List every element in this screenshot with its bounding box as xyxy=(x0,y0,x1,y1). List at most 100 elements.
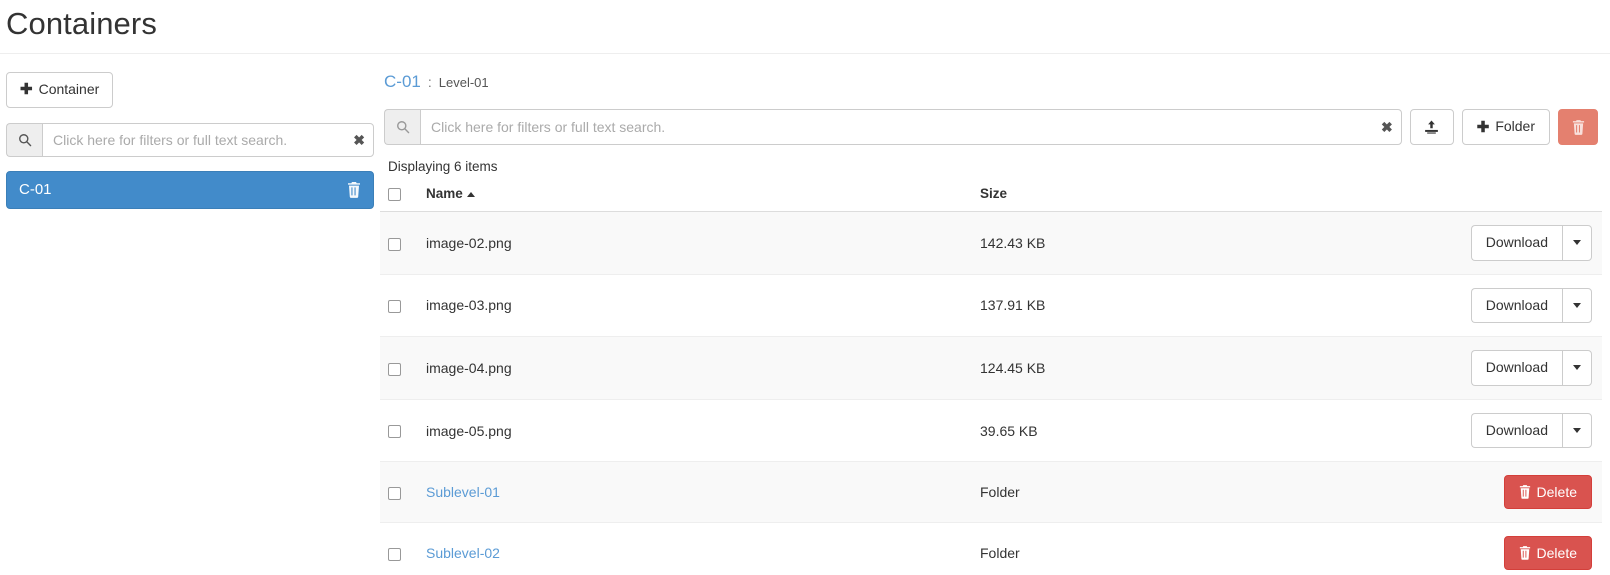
breadcrumb-separator: : xyxy=(427,74,432,90)
file-table: Name Size image-02.png 142.43 KB Downloa… xyxy=(380,182,1602,575)
main-toolbar: ✖ ✚ Folder xyxy=(380,109,1602,145)
table-row: image-03.png 137.91 KB Download xyxy=(380,274,1602,337)
chevron-down-icon xyxy=(1573,240,1581,246)
row-checkbox[interactable] xyxy=(388,487,401,501)
add-folder-button[interactable]: ✚ Folder xyxy=(1461,109,1550,145)
table-row: image-04.png 124.45 KB Download xyxy=(380,336,1602,400)
page-header: Containers xyxy=(0,0,1610,48)
row-select-cell xyxy=(380,462,418,523)
trash-icon xyxy=(1519,485,1531,500)
chevron-down-icon xyxy=(1573,365,1581,371)
chevron-down-icon xyxy=(1573,428,1581,434)
download-options-button[interactable] xyxy=(1562,287,1592,324)
table-row: Sublevel-02 Folder Delete xyxy=(380,523,1602,575)
row-checkbox[interactable] xyxy=(388,362,401,376)
row-checkbox[interactable] xyxy=(388,548,401,562)
add-container-button[interactable]: ✚ Container xyxy=(6,72,114,108)
breadcrumb-container-link[interactable]: C-01 xyxy=(384,72,421,92)
search-icon xyxy=(6,122,42,157)
file-name: image-03.png xyxy=(426,297,512,314)
row-select-cell xyxy=(380,399,418,462)
main-filter-group: ✖ xyxy=(384,109,1402,145)
table-header-row: Name Size xyxy=(380,182,1602,212)
name-column-header[interactable]: Name xyxy=(418,182,972,212)
sidebar-search-field: ✖ xyxy=(42,122,374,157)
delete-folder-button[interactable]: Delete xyxy=(1503,475,1592,510)
delete-folder-label: Delete xyxy=(1536,545,1577,562)
folder-link[interactable]: Sublevel-02 xyxy=(426,545,500,561)
row-size-cell: 137.91 KB xyxy=(980,297,1046,314)
select-all-checkbox[interactable] xyxy=(388,187,401,201)
container-list: C-01 xyxy=(6,170,374,209)
file-table-head: Name Size xyxy=(380,182,1602,212)
main-search-field: ✖ xyxy=(420,109,1402,145)
sort-asc-icon xyxy=(466,191,475,197)
row-select-cell xyxy=(380,337,418,400)
file-table-body: image-02.png 142.43 KB Download image-03… xyxy=(380,211,1602,575)
row-size-cell: 124.45 KB xyxy=(980,359,1046,376)
file-name: image-04.png xyxy=(426,359,512,376)
delete-selected-button[interactable] xyxy=(1558,109,1598,145)
sidebar-item-c-01[interactable]: C-01 xyxy=(6,170,374,209)
row-actions-cell: Download xyxy=(1422,337,1602,400)
container-item-label: C-01 xyxy=(19,181,52,199)
download-button[interactable]: Download xyxy=(1470,412,1562,449)
download-button-group: Download xyxy=(1470,350,1592,386)
clear-icon[interactable]: ✖ xyxy=(1381,120,1393,134)
row-actions-cell: Download xyxy=(1422,212,1602,275)
add-folder-label: Folder xyxy=(1495,118,1535,135)
download-button-group: Download xyxy=(1470,412,1592,449)
row-actions-cell: Download xyxy=(1422,399,1602,462)
sidebar: ✚ Container ✖ C-01 xyxy=(0,54,380,209)
page-title: Containers xyxy=(6,6,157,41)
table-row: image-02.png 142.43 KB Download xyxy=(380,211,1602,275)
main-search-input[interactable] xyxy=(421,110,1401,144)
upload-icon xyxy=(1424,119,1439,135)
sidebar-search-input[interactable] xyxy=(43,123,373,156)
delete-folder-label: Delete xyxy=(1536,484,1577,501)
row-name-cell: Sublevel-02 xyxy=(418,523,972,575)
plus-icon: ✚ xyxy=(20,81,33,99)
row-select-cell xyxy=(380,212,418,275)
row-name-cell: image-04.png xyxy=(418,337,972,400)
table-row: Sublevel-01 Folder Delete xyxy=(380,461,1602,523)
row-size-cell: Folder xyxy=(980,545,1020,562)
row-size-cell: 142.43 KB xyxy=(980,234,1046,251)
folder-link[interactable]: Sublevel-01 xyxy=(426,484,500,500)
row-checkbox[interactable] xyxy=(388,425,401,439)
row-checkbox[interactable] xyxy=(388,300,401,314)
row-name-cell: Sublevel-01 xyxy=(418,462,972,523)
download-button[interactable]: Download xyxy=(1470,225,1562,261)
item-count-top: Displaying 6 items xyxy=(388,159,498,174)
breadcrumb-current: Level-01 xyxy=(438,75,489,90)
row-select-cell xyxy=(380,274,418,337)
row-actions-cell: Download xyxy=(1422,274,1602,337)
plus-icon: ✚ xyxy=(1476,118,1490,136)
select-all-header xyxy=(380,182,418,212)
page-layout: ✚ Container ✖ C-01 xyxy=(0,54,1610,575)
size-column-label: Size xyxy=(980,186,1008,201)
row-actions-cell: Delete xyxy=(1422,523,1602,575)
file-name: image-05.png xyxy=(426,422,512,439)
row-size-cell: Folder xyxy=(980,484,1020,501)
row-checkbox[interactable] xyxy=(388,237,401,251)
row-select-cell xyxy=(380,523,418,575)
breadcrumb: C-01 : Level-01 xyxy=(380,72,1602,92)
download-button[interactable]: Download xyxy=(1470,350,1562,386)
row-name-cell: image-03.png xyxy=(418,274,972,337)
delete-folder-button[interactable]: Delete xyxy=(1503,536,1592,571)
trash-icon[interactable] xyxy=(347,181,361,198)
row-name-cell: image-02.png xyxy=(418,212,972,275)
trash-icon xyxy=(1519,546,1531,561)
download-options-button[interactable] xyxy=(1562,225,1592,261)
add-container-label: Container xyxy=(38,81,100,97)
search-icon xyxy=(384,109,420,145)
download-options-button[interactable] xyxy=(1562,350,1592,386)
name-column-label: Name xyxy=(426,186,463,201)
upload-button[interactable] xyxy=(1409,109,1454,145)
clear-icon[interactable]: ✖ xyxy=(353,133,365,147)
file-name: image-02.png xyxy=(426,234,512,251)
download-button[interactable]: Download xyxy=(1470,287,1562,324)
download-options-button[interactable] xyxy=(1562,412,1592,449)
size-column-header[interactable]: Size xyxy=(972,182,1422,212)
